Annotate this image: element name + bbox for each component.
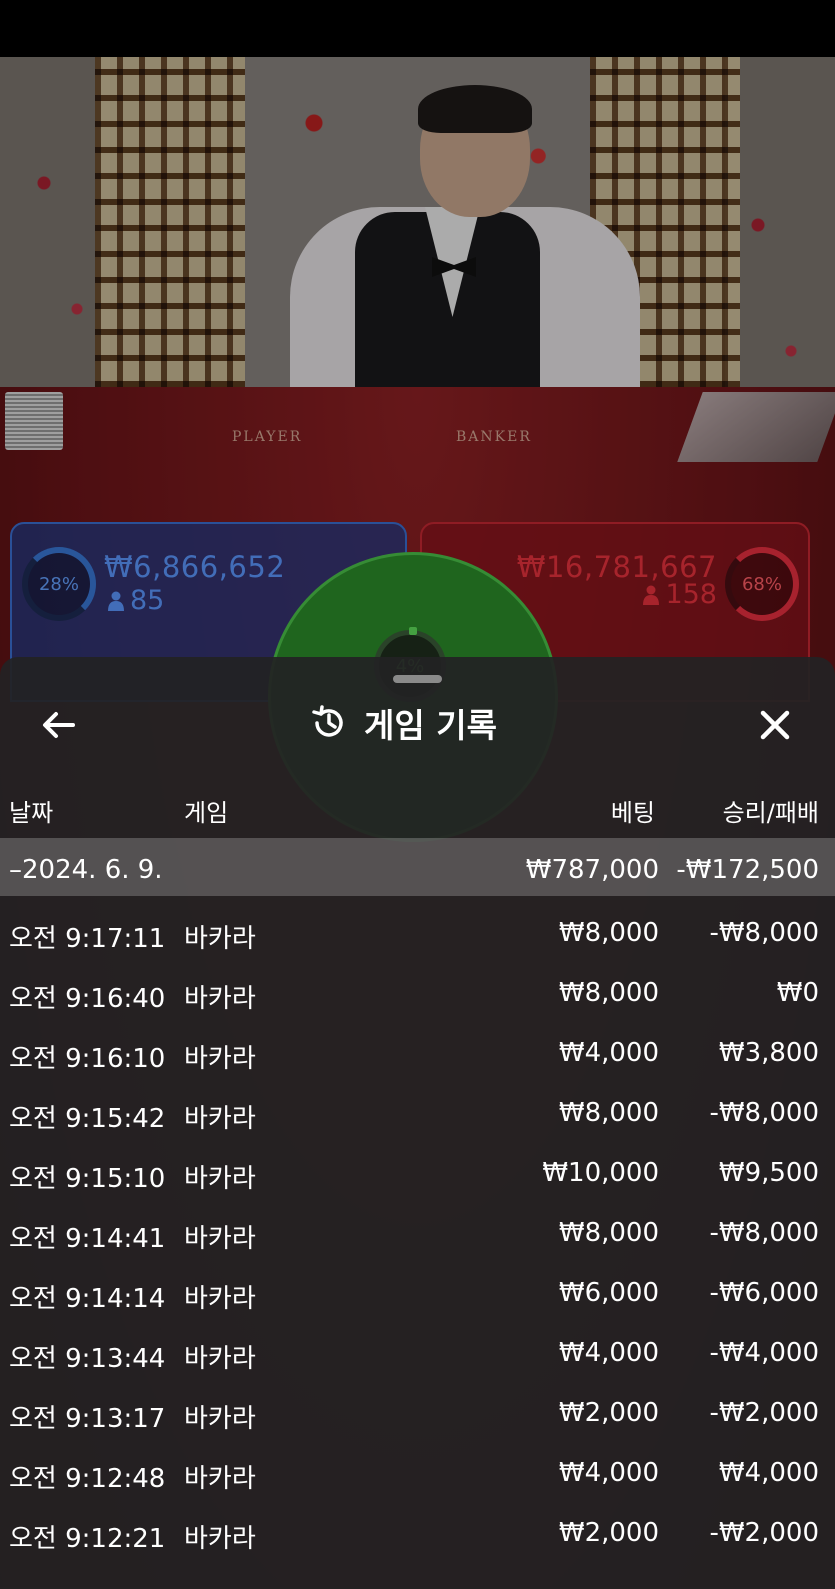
date-group-bet-total: ₩787,000 — [525, 855, 659, 885]
row-bet: ₩8,000 — [558, 918, 659, 948]
row-game: 바카라 — [184, 1524, 256, 1554]
back-button[interactable] — [36, 703, 80, 747]
row-time: 오전 9:12:21 — [9, 1524, 166, 1554]
row-bet: ₩2,000 — [558, 1398, 659, 1428]
history-row[interactable]: 오전 9:16:10 바카라 ₩4,000 ₩3,800 — [0, 1022, 835, 1082]
row-time: 오전 9:12:48 — [9, 1464, 166, 1494]
close-icon — [760, 710, 790, 740]
row-bet: ₩4,000 — [558, 1338, 659, 1368]
history-row[interactable]: 오전 9:17:11 바카라 ₩8,000 -₩8,000 — [0, 902, 835, 962]
column-header-bet[interactable]: 베팅 — [611, 793, 655, 828]
row-time: 오전 9:15:10 — [9, 1164, 166, 1194]
row-win-loss: -₩2,000 — [709, 1398, 819, 1428]
row-game: 바카라 — [184, 984, 256, 1014]
history-row[interactable]: 오전 9:12:21 바카라 ₩2,000 -₩2,000 — [0, 1502, 835, 1562]
history-icon — [312, 705, 343, 737]
row-time: 오전 9:17:11 — [9, 924, 166, 954]
sheet-title: 게임 기록 — [310, 701, 497, 745]
row-bet: ₩8,000 — [558, 1218, 659, 1248]
row-game: 바카라 — [184, 924, 256, 954]
row-win-loss: -₩8,000 — [709, 1098, 819, 1128]
row-bet: ₩2,000 — [558, 1518, 659, 1548]
row-game: 바카라 — [184, 1284, 256, 1314]
row-win-loss: -₩2,000 — [709, 1518, 819, 1548]
row-bet: ₩8,000 — [558, 978, 659, 1008]
sheet-drag-handle[interactable] — [393, 675, 442, 683]
row-bet: ₩6,000 — [558, 1278, 659, 1308]
row-time: 오전 9:15:42 — [9, 1104, 166, 1134]
history-row[interactable]: 오전 9:13:17 바카라 ₩2,000 -₩2,000 — [0, 1382, 835, 1442]
sheet-title-text: 게임 기록 — [364, 706, 497, 745]
row-win-loss: ₩0 — [776, 978, 819, 1008]
row-game: 바카라 — [184, 1344, 256, 1374]
history-row[interactable]: 오전 9:12:48 바카라 ₩4,000 ₩4,000 — [0, 1442, 835, 1502]
history-row[interactable]: 오전 9:16:40 바카라 ₩8,000 ₩0 — [0, 962, 835, 1022]
row-time: 오전 9:13:44 — [9, 1344, 166, 1374]
row-win-loss: -₩8,000 — [709, 918, 819, 948]
row-time: 오전 9:13:17 — [9, 1404, 166, 1434]
history-row[interactable]: 오전 9:15:10 바카라 ₩10,000 ₩9,500 — [0, 1142, 835, 1202]
row-game: 바카라 — [184, 1404, 256, 1434]
row-game: 바카라 — [184, 1164, 256, 1194]
row-game: 바카라 — [184, 1104, 256, 1134]
row-win-loss: ₩4,000 — [718, 1458, 819, 1488]
row-time: 오전 9:14:14 — [9, 1284, 166, 1314]
row-win-loss: -₩4,000 — [709, 1338, 819, 1368]
row-win-loss: ₩3,800 — [718, 1038, 819, 1068]
row-win-loss: ₩9,500 — [718, 1158, 819, 1188]
date-group-win-loss-total: -₩172,500 — [676, 855, 819, 885]
arrow-left-icon — [43, 712, 75, 738]
row-bet: ₩4,000 — [558, 1038, 659, 1068]
row-bet: ₩8,000 — [558, 1098, 659, 1128]
column-header-game[interactable]: 게임 — [184, 793, 228, 828]
row-game: 바카라 — [184, 1044, 256, 1074]
history-row[interactable]: 오전 9:15:42 바카라 ₩8,000 -₩8,000 — [0, 1082, 835, 1142]
row-bet: ₩10,000 — [542, 1158, 659, 1188]
date-group-date: –2024. 6. 9. — [9, 855, 163, 885]
row-win-loss: -₩8,000 — [709, 1218, 819, 1248]
row-time: 오전 9:14:41 — [9, 1224, 166, 1254]
history-row[interactable]: 오전 9:13:44 바카라 ₩4,000 -₩4,000 — [0, 1322, 835, 1382]
history-row[interactable]: 오전 9:14:41 바카라 ₩8,000 -₩8,000 — [0, 1202, 835, 1262]
row-game: 바카라 — [184, 1464, 256, 1494]
row-game: 바카라 — [184, 1224, 256, 1254]
close-button[interactable] — [753, 703, 797, 747]
column-header-win-loss[interactable]: 승리/패배 — [723, 793, 819, 828]
row-time: 오전 9:16:10 — [9, 1044, 166, 1074]
column-header-date[interactable]: 날짜 — [9, 793, 53, 828]
history-row[interactable]: 오전 9:14:14 바카라 ₩6,000 -₩6,000 — [0, 1262, 835, 1322]
row-bet: ₩4,000 — [558, 1458, 659, 1488]
row-time: 오전 9:16:40 — [9, 984, 166, 1014]
row-win-loss: -₩6,000 — [709, 1278, 819, 1308]
